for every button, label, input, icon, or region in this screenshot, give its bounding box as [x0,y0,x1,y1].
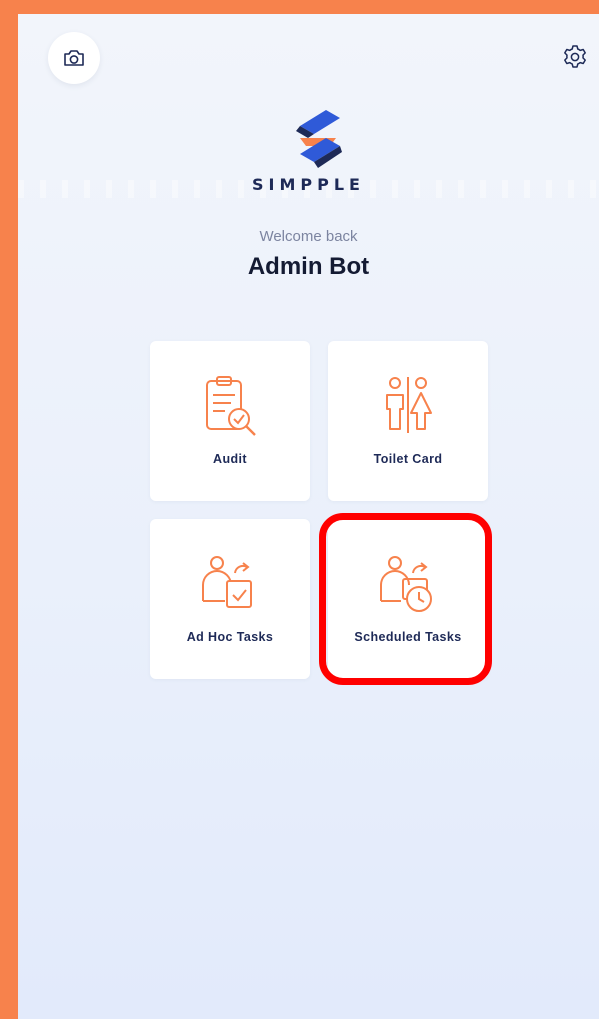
simpple-logo [296,110,342,168]
tile-label: Toilet Card [373,452,443,466]
clipboard-search-icon [206,376,256,436]
audit-tile[interactable]: Audit [150,341,310,501]
app-screen: SIMPPLE Welcome back Admin Bot Audit Toi… [18,14,599,1019]
brand-name: SIMPPLE [252,175,365,194]
toilet-card-tile[interactable]: Toilet Card [328,341,488,501]
tile-label: Audit [213,452,247,466]
user-name: Admin Bot [247,253,370,280]
settings-button[interactable] [558,40,592,74]
orange-frame-top [0,0,599,14]
ad-hoc-tasks-tile[interactable]: Ad Hoc Tasks [150,519,310,679]
tile-label: Scheduled Tasks [354,630,462,644]
gear-icon [564,45,586,68]
scheduled-tasks-tile[interactable]: Scheduled Tasks [328,519,488,679]
camera-button[interactable] [48,32,100,84]
orange-frame-left [0,0,18,1019]
restroom-icon [386,377,432,433]
camera-icon [64,50,84,66]
tile-label: Ad Hoc Tasks [186,630,274,644]
person-task-icon [202,556,252,608]
welcome-text: Welcome back [259,228,358,245]
person-clock-icon [380,556,432,612]
